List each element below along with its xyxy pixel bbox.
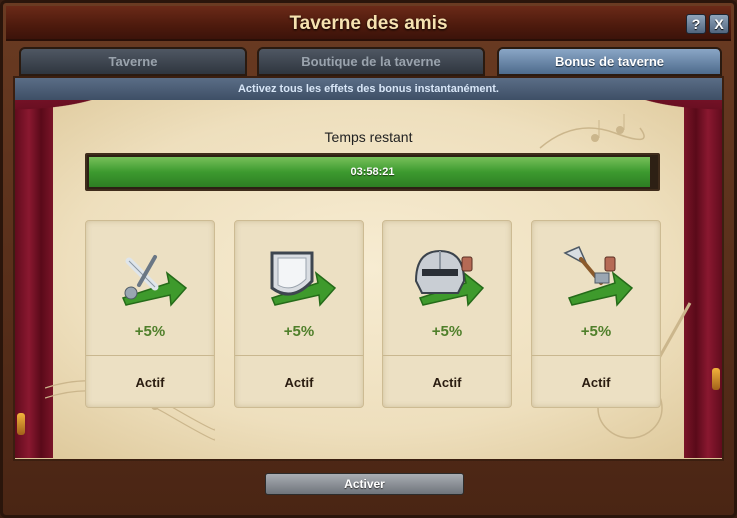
help-button[interactable]: ? — [686, 14, 706, 34]
bonus-value: +5% — [580, 323, 612, 340]
helmet-arrow-icon — [408, 243, 488, 313]
tab-bonus[interactable]: Bonus de taverne — [497, 47, 722, 76]
card-divider — [383, 355, 511, 356]
card-divider — [235, 355, 363, 356]
remaining-time-label: Temps restant — [324, 129, 413, 145]
bonus-status: Actif — [581, 375, 611, 390]
bonus-value: +5% — [283, 323, 315, 340]
bonus-status: Actif — [432, 375, 462, 390]
footer-bar: Activer — [13, 461, 724, 513]
tavern-window: Taverne des amis ? X Taverne Boutique de… — [0, 0, 737, 518]
shield-arrow-icon — [260, 243, 340, 313]
trowel-arrow-icon — [557, 243, 637, 313]
tab-bar: Taverne Boutique de la taverne Bonus de … — [17, 47, 724, 77]
bonus-card-construction: +5% Actif — [531, 220, 661, 408]
window-title: Taverne des amis — [289, 13, 448, 34]
bonus-value: +5% — [431, 323, 463, 340]
bonus-status: Actif — [284, 375, 314, 390]
tab-taverne[interactable]: Taverne — [19, 47, 247, 76]
card-divider — [532, 355, 660, 356]
bonus-card-defense: +5% Actif — [234, 220, 364, 408]
info-banner: Activez tous les effets des bonus instan… — [15, 78, 722, 100]
activate-button[interactable]: Activer — [265, 473, 464, 495]
bonus-status: Actif — [135, 375, 165, 390]
bonus-card-attack: +5% Actif — [85, 220, 215, 408]
left-tassel — [17, 413, 25, 435]
right-tassel — [712, 368, 720, 390]
bonus-value: +5% — [134, 323, 166, 340]
close-button[interactable]: X — [709, 14, 729, 34]
card-divider — [86, 355, 214, 356]
bonus-card-helmet: +5% Actif — [382, 220, 512, 408]
sword-arrow-icon — [111, 243, 191, 313]
title-bar: Taverne des amis ? X — [6, 6, 731, 41]
tab-boutique[interactable]: Boutique de la taverne — [257, 47, 485, 76]
bonus-panel: Activez tous les effets des bonus instan… — [13, 76, 724, 461]
timer-value: 03:58:21 — [350, 166, 395, 178]
timer-bar: 03:58:21 — [85, 153, 660, 191]
